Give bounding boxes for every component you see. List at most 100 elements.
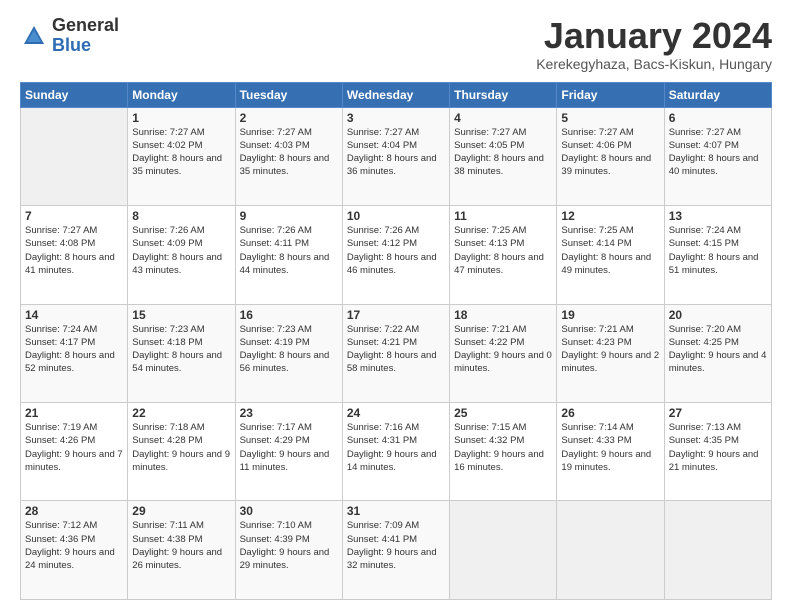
day-info: Sunrise: 7:11 AM Sunset: 4:38 PM Dayligh… [132,519,230,572]
day-number: 16 [240,308,338,322]
day-info: Sunrise: 7:16 AM Sunset: 4:31 PM Dayligh… [347,421,445,474]
day-number: 24 [347,406,445,420]
calendar-cell: 22Sunrise: 7:18 AM Sunset: 4:28 PM Dayli… [128,403,235,501]
day-info: Sunrise: 7:24 AM Sunset: 4:15 PM Dayligh… [669,224,767,277]
weekday-header-wednesday: Wednesday [342,82,449,107]
day-number: 27 [669,406,767,420]
calendar-cell: 23Sunrise: 7:17 AM Sunset: 4:29 PM Dayli… [235,403,342,501]
day-number: 22 [132,406,230,420]
calendar-cell: 18Sunrise: 7:21 AM Sunset: 4:22 PM Dayli… [450,304,557,402]
day-info: Sunrise: 7:25 AM Sunset: 4:13 PM Dayligh… [454,224,552,277]
day-number: 9 [240,209,338,223]
day-info: Sunrise: 7:24 AM Sunset: 4:17 PM Dayligh… [25,323,123,376]
day-info: Sunrise: 7:19 AM Sunset: 4:26 PM Dayligh… [25,421,123,474]
calendar-table: SundayMondayTuesdayWednesdayThursdayFrid… [20,82,772,600]
day-number: 7 [25,209,123,223]
calendar-cell: 15Sunrise: 7:23 AM Sunset: 4:18 PM Dayli… [128,304,235,402]
day-number: 23 [240,406,338,420]
day-info: Sunrise: 7:27 AM Sunset: 4:07 PM Dayligh… [669,126,767,179]
calendar-week-row: 1Sunrise: 7:27 AM Sunset: 4:02 PM Daylig… [21,107,772,205]
calendar-cell: 20Sunrise: 7:20 AM Sunset: 4:25 PM Dayli… [664,304,771,402]
day-number: 21 [25,406,123,420]
calendar-cell: 1Sunrise: 7:27 AM Sunset: 4:02 PM Daylig… [128,107,235,205]
calendar-cell: 12Sunrise: 7:25 AM Sunset: 4:14 PM Dayli… [557,206,664,304]
day-number: 13 [669,209,767,223]
day-info: Sunrise: 7:23 AM Sunset: 4:18 PM Dayligh… [132,323,230,376]
day-number: 26 [561,406,659,420]
page: General Blue January 2024 Kerekegyhaza, … [0,0,792,612]
calendar-week-row: 14Sunrise: 7:24 AM Sunset: 4:17 PM Dayli… [21,304,772,402]
day-info: Sunrise: 7:26 AM Sunset: 4:11 PM Dayligh… [240,224,338,277]
day-info: Sunrise: 7:22 AM Sunset: 4:21 PM Dayligh… [347,323,445,376]
calendar-cell: 27Sunrise: 7:13 AM Sunset: 4:35 PM Dayli… [664,403,771,501]
day-info: Sunrise: 7:27 AM Sunset: 4:05 PM Dayligh… [454,126,552,179]
calendar-cell: 13Sunrise: 7:24 AM Sunset: 4:15 PM Dayli… [664,206,771,304]
calendar-cell: 16Sunrise: 7:23 AM Sunset: 4:19 PM Dayli… [235,304,342,402]
day-info: Sunrise: 7:27 AM Sunset: 4:03 PM Dayligh… [240,126,338,179]
day-info: Sunrise: 7:26 AM Sunset: 4:09 PM Dayligh… [132,224,230,277]
calendar-cell: 9Sunrise: 7:26 AM Sunset: 4:11 PM Daylig… [235,206,342,304]
day-info: Sunrise: 7:20 AM Sunset: 4:25 PM Dayligh… [669,323,767,376]
calendar-cell: 25Sunrise: 7:15 AM Sunset: 4:32 PM Dayli… [450,403,557,501]
weekday-header-sunday: Sunday [21,82,128,107]
day-info: Sunrise: 7:27 AM Sunset: 4:08 PM Dayligh… [25,224,123,277]
calendar-cell [557,501,664,600]
calendar-cell: 11Sunrise: 7:25 AM Sunset: 4:13 PM Dayli… [450,206,557,304]
calendar-week-row: 21Sunrise: 7:19 AM Sunset: 4:26 PM Dayli… [21,403,772,501]
day-info: Sunrise: 7:27 AM Sunset: 4:06 PM Dayligh… [561,126,659,179]
day-number: 14 [25,308,123,322]
calendar-header: SundayMondayTuesdayWednesdayThursdayFrid… [21,82,772,107]
day-info: Sunrise: 7:26 AM Sunset: 4:12 PM Dayligh… [347,224,445,277]
month-title: January 2024 [536,16,772,56]
calendar-cell: 26Sunrise: 7:14 AM Sunset: 4:33 PM Dayli… [557,403,664,501]
day-info: Sunrise: 7:12 AM Sunset: 4:36 PM Dayligh… [25,519,123,572]
day-number: 4 [454,111,552,125]
day-number: 10 [347,209,445,223]
day-info: Sunrise: 7:21 AM Sunset: 4:22 PM Dayligh… [454,323,552,376]
day-number: 3 [347,111,445,125]
weekday-header-row: SundayMondayTuesdayWednesdayThursdayFrid… [21,82,772,107]
subtitle: Kerekegyhaza, Bacs-Kiskun, Hungary [536,56,772,72]
day-info: Sunrise: 7:10 AM Sunset: 4:39 PM Dayligh… [240,519,338,572]
logo: General Blue [20,16,119,56]
day-number: 11 [454,209,552,223]
day-info: Sunrise: 7:14 AM Sunset: 4:33 PM Dayligh… [561,421,659,474]
calendar-cell: 21Sunrise: 7:19 AM Sunset: 4:26 PM Dayli… [21,403,128,501]
weekday-header-tuesday: Tuesday [235,82,342,107]
calendar-cell: 8Sunrise: 7:26 AM Sunset: 4:09 PM Daylig… [128,206,235,304]
day-info: Sunrise: 7:25 AM Sunset: 4:14 PM Dayligh… [561,224,659,277]
day-number: 30 [240,504,338,518]
calendar-cell [450,501,557,600]
calendar-cell: 7Sunrise: 7:27 AM Sunset: 4:08 PM Daylig… [21,206,128,304]
calendar-cell: 17Sunrise: 7:22 AM Sunset: 4:21 PM Dayli… [342,304,449,402]
day-number: 17 [347,308,445,322]
day-info: Sunrise: 7:17 AM Sunset: 4:29 PM Dayligh… [240,421,338,474]
day-number: 1 [132,111,230,125]
calendar-cell: 19Sunrise: 7:21 AM Sunset: 4:23 PM Dayli… [557,304,664,402]
calendar-body: 1Sunrise: 7:27 AM Sunset: 4:02 PM Daylig… [21,107,772,599]
day-number: 6 [669,111,767,125]
logo-blue-text: Blue [52,36,119,56]
day-info: Sunrise: 7:27 AM Sunset: 4:02 PM Dayligh… [132,126,230,179]
weekday-header-monday: Monday [128,82,235,107]
day-info: Sunrise: 7:27 AM Sunset: 4:04 PM Dayligh… [347,126,445,179]
weekday-header-friday: Friday [557,82,664,107]
logo-general-text: General [52,16,119,36]
day-info: Sunrise: 7:18 AM Sunset: 4:28 PM Dayligh… [132,421,230,474]
day-number: 12 [561,209,659,223]
calendar-cell: 24Sunrise: 7:16 AM Sunset: 4:31 PM Dayli… [342,403,449,501]
calendar-cell [664,501,771,600]
calendar-cell [21,107,128,205]
day-number: 28 [25,504,123,518]
calendar-week-row: 28Sunrise: 7:12 AM Sunset: 4:36 PM Dayli… [21,501,772,600]
day-number: 2 [240,111,338,125]
calendar-cell: 5Sunrise: 7:27 AM Sunset: 4:06 PM Daylig… [557,107,664,205]
calendar-cell: 2Sunrise: 7:27 AM Sunset: 4:03 PM Daylig… [235,107,342,205]
header: General Blue January 2024 Kerekegyhaza, … [20,16,772,72]
calendar-cell: 30Sunrise: 7:10 AM Sunset: 4:39 PM Dayli… [235,501,342,600]
day-info: Sunrise: 7:15 AM Sunset: 4:32 PM Dayligh… [454,421,552,474]
day-number: 29 [132,504,230,518]
day-info: Sunrise: 7:21 AM Sunset: 4:23 PM Dayligh… [561,323,659,376]
calendar-cell: 29Sunrise: 7:11 AM Sunset: 4:38 PM Dayli… [128,501,235,600]
calendar-cell: 28Sunrise: 7:12 AM Sunset: 4:36 PM Dayli… [21,501,128,600]
